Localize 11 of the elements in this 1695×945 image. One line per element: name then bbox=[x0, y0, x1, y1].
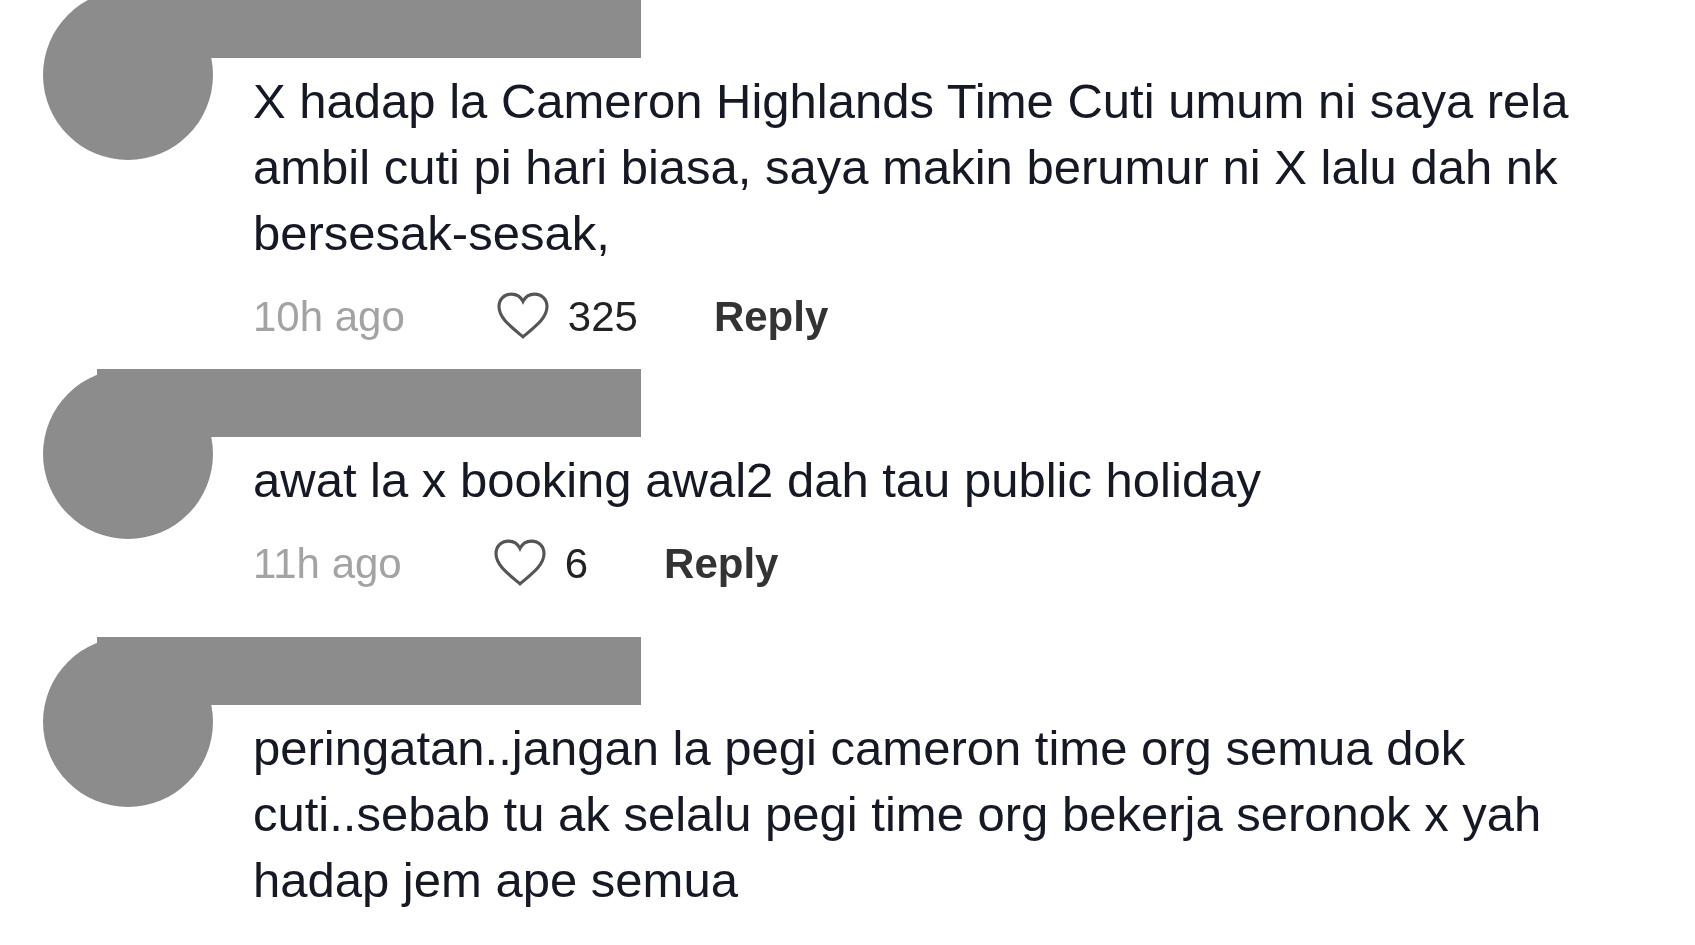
reply-button[interactable]: Reply bbox=[664, 531, 779, 595]
comment-time: 10h ago bbox=[253, 291, 405, 342]
comment-text: X hadap la Cameron Highlands Time Cuti umum ni saya rela ambil cuti pi hari biasa, saya makin berumur ni X lalu dah nk bersesak-sesak, bbox=[253, 73, 1570, 262]
comment-text: peringatan..jangan la pegi cameron time org semua dok cuti..sebab tu ak selalu pegi time org bekerja seronok x yah hadap jem ape semua bbox=[253, 720, 1543, 909]
comment-time: 11h ago bbox=[253, 538, 402, 589]
reply-button[interactable]: Reply bbox=[713, 284, 829, 348]
heart-icon[interactable] bbox=[491, 539, 548, 587]
comment-text: awat la x booking awal2 dah tau public holiday bbox=[253, 452, 1262, 509]
like-count: 325 bbox=[567, 291, 638, 342]
like-count: 6 bbox=[564, 538, 589, 589]
heart-icon[interactable] bbox=[494, 292, 551, 340]
